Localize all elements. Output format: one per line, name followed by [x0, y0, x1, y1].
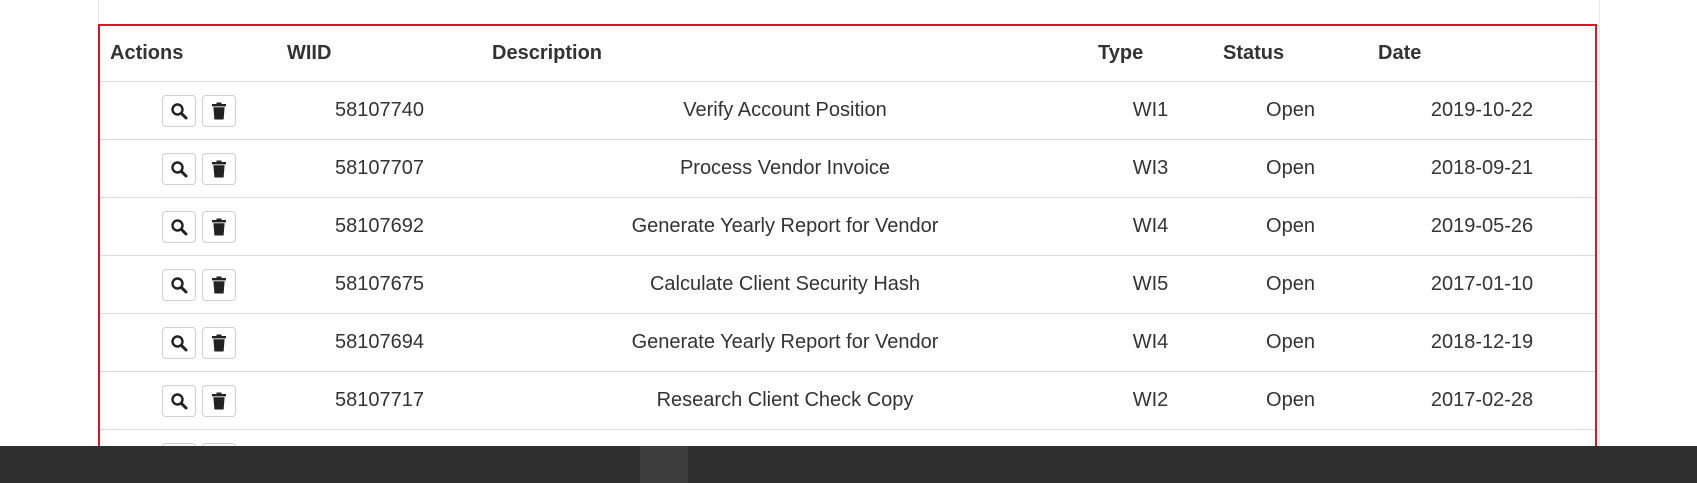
row-wiid: 58107707	[277, 139, 482, 198]
table-header-row: Actions WIID Description Type Status Dat…	[100, 26, 1595, 82]
row-status: Open	[1213, 255, 1368, 314]
search-icon	[170, 334, 188, 352]
delete-button[interactable]	[201, 384, 236, 417]
column-header-date[interactable]: Date	[1368, 26, 1595, 82]
row-status: Open	[1213, 197, 1368, 256]
bottom-bar	[0, 446, 1697, 483]
column-header-wiid[interactable]: WIID	[277, 26, 482, 82]
row-wiid: 58107692	[277, 197, 482, 256]
column-header-actions: Actions	[100, 26, 277, 82]
delete-button[interactable]	[201, 152, 236, 185]
row-status: Open	[1213, 371, 1368, 430]
row-type: WI3	[1088, 139, 1213, 198]
view-button[interactable]	[161, 268, 196, 301]
work-items-table-container: Actions WIID Description Type Status Dat…	[98, 24, 1597, 483]
row-wiid: 58107717	[277, 371, 482, 430]
table-row: 58107717 Research Client Check Copy WI2 …	[100, 371, 1595, 430]
row-status: Open	[1213, 139, 1368, 198]
delete-button[interactable]	[201, 94, 236, 127]
row-wiid: 58107675	[277, 255, 482, 314]
trash-icon	[211, 102, 227, 120]
view-button[interactable]	[161, 152, 196, 185]
trash-icon	[211, 334, 227, 352]
trash-icon	[211, 392, 227, 410]
row-description: Generate Yearly Report for Vendor	[482, 197, 1088, 256]
delete-button[interactable]	[201, 326, 236, 359]
row-wiid: 58107740	[277, 81, 482, 140]
column-header-type[interactable]: Type	[1088, 26, 1213, 82]
search-icon	[170, 276, 188, 294]
row-actions	[100, 313, 277, 372]
row-actions	[100, 139, 277, 198]
row-description: Process Vendor Invoice	[482, 139, 1088, 198]
bottom-bar-handle[interactable]	[640, 446, 688, 483]
row-description: Generate Yearly Report for Vendor	[482, 313, 1088, 372]
row-description: Research Client Check Copy	[482, 371, 1088, 430]
work-items-table: Actions WIID Description Type Status Dat…	[100, 26, 1595, 483]
row-date: 2017-01-10	[1368, 255, 1595, 314]
row-wiid: 58107694	[277, 313, 482, 372]
table-row: 58107675 Calculate Client Security Hash …	[100, 255, 1595, 314]
delete-button[interactable]	[201, 210, 236, 243]
table-row: 58107692 Generate Yearly Report for Vend…	[100, 197, 1595, 256]
view-button[interactable]	[161, 94, 196, 127]
row-type: WI1	[1088, 81, 1213, 140]
trash-icon	[211, 276, 227, 294]
view-button[interactable]	[161, 384, 196, 417]
view-button[interactable]	[161, 326, 196, 359]
row-description: Verify Account Position	[482, 81, 1088, 140]
table-row: 58107707 Process Vendor Invoice WI3 Open…	[100, 139, 1595, 198]
search-icon	[170, 218, 188, 236]
search-icon	[170, 160, 188, 178]
row-actions	[100, 81, 277, 140]
row-date: 2018-09-21	[1368, 139, 1595, 198]
row-date: 2017-02-28	[1368, 371, 1595, 430]
view-button[interactable]	[161, 210, 196, 243]
row-type: WI4	[1088, 313, 1213, 372]
column-header-description[interactable]: Description	[482, 26, 1088, 82]
row-description: Calculate Client Security Hash	[482, 255, 1088, 314]
row-status: Open	[1213, 313, 1368, 372]
row-type: WI5	[1088, 255, 1213, 314]
delete-button[interactable]	[201, 268, 236, 301]
row-type: WI4	[1088, 197, 1213, 256]
row-date: 2019-05-26	[1368, 197, 1595, 256]
search-icon	[170, 102, 188, 120]
row-date: 2019-10-22	[1368, 81, 1595, 140]
row-actions	[100, 197, 277, 256]
row-date: 2018-12-19	[1368, 313, 1595, 372]
row-type: WI2	[1088, 371, 1213, 430]
row-status: Open	[1213, 81, 1368, 140]
trash-icon	[211, 160, 227, 178]
row-actions	[100, 255, 277, 314]
table-row: 58107694 Generate Yearly Report for Vend…	[100, 313, 1595, 372]
search-icon	[170, 392, 188, 410]
column-header-status[interactable]: Status	[1213, 26, 1368, 82]
table-row: 58107740 Verify Account Position WI1 Ope…	[100, 81, 1595, 140]
row-actions	[100, 371, 277, 430]
trash-icon	[211, 218, 227, 236]
